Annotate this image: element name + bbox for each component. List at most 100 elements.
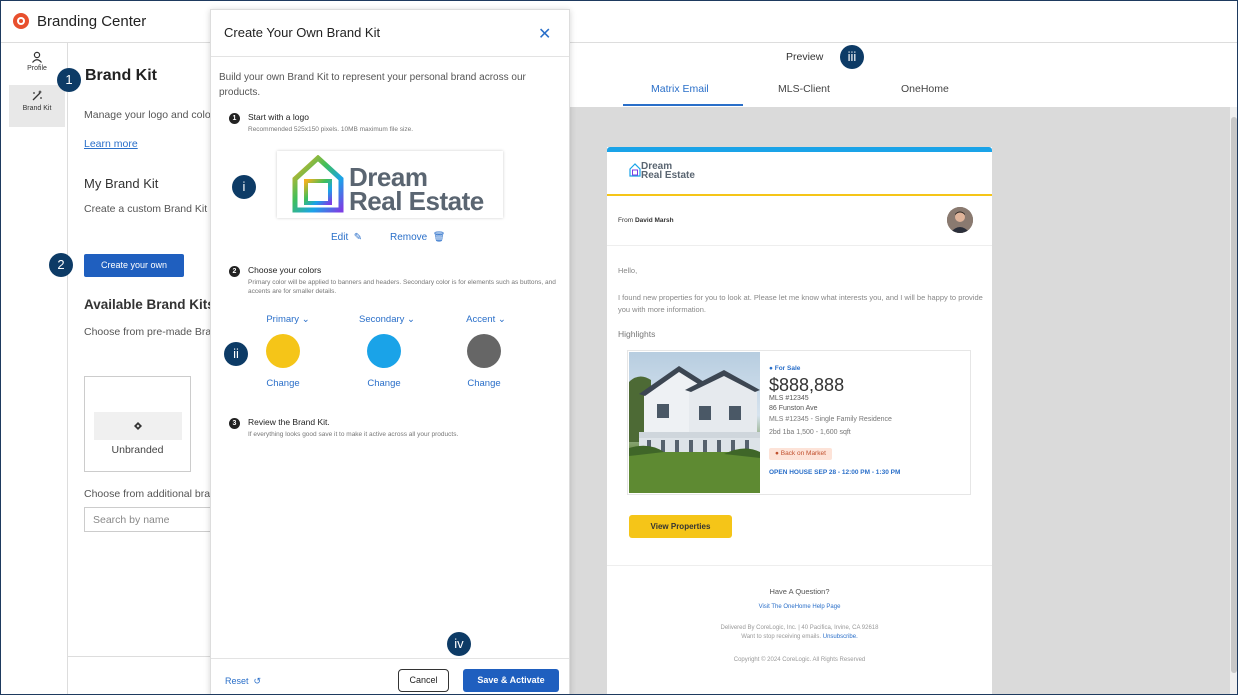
- available-brand-kits-description: Choose from pre-made Brand Kits or more …: [84, 326, 219, 338]
- my-brand-kit-heading: My Brand Kit: [84, 176, 159, 191]
- person-icon: [32, 51, 42, 63]
- secondary-change-link[interactable]: Change: [354, 378, 414, 389]
- unsubscribe-link[interactable]: Unsubscribe.: [823, 634, 858, 640]
- callout-iii: iii: [840, 45, 864, 69]
- active-tab-indicator: [623, 104, 743, 106]
- dream-real-estate-logo-icon: [629, 163, 641, 177]
- secondary-label: Secondary: [358, 314, 405, 325]
- step-1-description: Recommended 525x150 pixels. 10MB maximum…: [248, 126, 414, 133]
- nav-label-brand-kit: Brand Kit: [22, 105, 52, 112]
- logo-wordmark: Dream Real Estate: [349, 164, 484, 216]
- primary-color-dropdown[interactable]: Primary ⌄: [258, 314, 318, 325]
- primary-change-link[interactable]: Change: [253, 378, 313, 389]
- divider: [68, 656, 213, 657]
- unbranded-swatch: [94, 412, 182, 440]
- dream-real-estate-logo-icon: [292, 155, 344, 213]
- step-2-badge: 2: [229, 266, 240, 277]
- listing-card: ● For Sale $888,888 MLS #12345 86 Funsto…: [627, 350, 971, 495]
- chevron-down-icon: ⌄: [299, 314, 310, 325]
- learn-more-link[interactable]: Learn more: [84, 138, 138, 150]
- logo-line2: Real Estate: [349, 186, 484, 216]
- modal-intro: Build your own Brand Kit to represent yo…: [219, 72, 526, 98]
- listing-type: MLS #12345 - Single Family Residence: [769, 416, 892, 423]
- chevron-down-icon: ⌄: [495, 314, 506, 325]
- accent-color-dropdown[interactable]: Accent ⌄: [457, 314, 515, 325]
- avatar-portrait: [947, 207, 973, 233]
- preview-header: Preview Matrix Email MLS-Client OneHome: [570, 43, 1237, 107]
- diamond-icon: [134, 422, 142, 430]
- secondary-color-dropdown[interactable]: Secondary ⌄: [351, 314, 423, 325]
- secondary-swatch[interactable]: [367, 334, 401, 368]
- reset-button[interactable]: Reset ↺: [225, 676, 261, 687]
- page-title: Brand Kit: [85, 67, 157, 84]
- unsubscribe-prefix: Want to stop receiving emails.: [741, 634, 822, 640]
- email-primary-line: [607, 194, 992, 196]
- divider: [211, 56, 569, 57]
- email-from: From David Marsh: [618, 217, 674, 224]
- callout-2: 2: [49, 253, 73, 277]
- listing-price: $888,888: [769, 375, 845, 395]
- accent-label: Accent: [466, 314, 496, 325]
- step-2-title: Choose your colors: [248, 265, 322, 275]
- pencil-icon: ✎: [351, 232, 363, 243]
- save-activate-button[interactable]: Save & Activate: [463, 669, 559, 692]
- view-properties-button[interactable]: View Properties: [629, 515, 732, 538]
- remove-logo-button[interactable]: Remove 🗑: [390, 232, 446, 243]
- page-description: Manage your logo and colors for your rea…: [84, 109, 219, 121]
- accent-change-link[interactable]: Change: [454, 378, 514, 389]
- step-1-title: Start with a logo: [248, 112, 309, 122]
- scrollbar-thumb[interactable]: [1231, 117, 1237, 673]
- tab-mls-client[interactable]: MLS-Client: [778, 83, 830, 95]
- footer-question: Have A Question?: [769, 587, 830, 596]
- edit-logo-button[interactable]: Edit ✎: [331, 232, 362, 243]
- nav-label-profile: Profile: [27, 65, 47, 72]
- app-logo-icon: [13, 13, 29, 29]
- listing-specs: 2bd 1ba 1,500 - 1,600 sqft: [769, 429, 851, 436]
- primary-swatch[interactable]: [266, 334, 300, 368]
- house-photo: [629, 352, 760, 493]
- help-link-text[interactable]: Visit The OneHome Help Page: [759, 604, 841, 610]
- email-secondary-bar: [607, 147, 992, 152]
- email-greeting: Hello,: [618, 266, 638, 275]
- app-frame: Branding Center Profile Brand Kit Brand …: [0, 0, 1238, 695]
- trash-icon: 🗑: [430, 232, 446, 243]
- tab-onehome[interactable]: OneHome: [901, 83, 949, 95]
- unbranded-card[interactable]: Unbranded: [84, 376, 191, 472]
- modal-title: Create Your Own Brand Kit: [224, 25, 381, 40]
- listing-mls: MLS #12345: [769, 395, 809, 402]
- cancel-button[interactable]: Cancel: [398, 669, 449, 692]
- primary-label: Primary: [266, 314, 300, 325]
- unbranded-label: Unbranded: [111, 444, 164, 456]
- listing-status-text: For Sale: [774, 365, 801, 372]
- preview-title: Preview: [786, 51, 824, 63]
- tab-matrix-email[interactable]: Matrix Email: [651, 83, 709, 95]
- search-input[interactable]: Search by name: [84, 507, 214, 532]
- nav-item-brand-kit[interactable]: Brand Kit: [9, 85, 65, 127]
- listing-address: 86 Funston Ave: [769, 405, 818, 412]
- reset-label: Reset: [225, 676, 249, 686]
- available-brand-kits-heading: Available Brand Kits: [84, 297, 215, 312]
- step-3-badge: 3: [229, 418, 240, 429]
- status-badge-text: Back on Market: [780, 450, 826, 457]
- from-prefix: From: [618, 217, 634, 224]
- divider: [607, 245, 992, 246]
- highlights-heading: Highlights: [618, 329, 656, 339]
- modal-footer: Reset ↺ Cancel Save & Activate: [211, 658, 569, 694]
- reset-icon: ↺: [251, 676, 262, 686]
- step-1-badge: 1: [229, 113, 240, 124]
- create-your-own-button[interactable]: Create your own: [84, 254, 184, 277]
- logo-preview: Dream Real Estate: [277, 151, 503, 218]
- remove-label: Remove: [390, 232, 428, 243]
- footer-help-link[interactable]: Visit The OneHome Help Page: [607, 604, 992, 610]
- listing-status: ● For Sale: [769, 365, 801, 372]
- top-bar: Branding Center: [1, 1, 1237, 43]
- callout-ii: ii: [224, 342, 248, 366]
- callout-1: 1: [57, 68, 81, 92]
- callout-iv: iv: [447, 632, 471, 656]
- brand-kit-panel: Brand Kit Manage your logo and colors fo…: [68, 43, 219, 694]
- additional-brands-label: Choose from additional brands: [84, 488, 219, 500]
- chevron-down-icon: ⌄: [404, 314, 416, 325]
- accent-swatch[interactable]: [467, 334, 501, 368]
- email-body: I found new properties for you to look a…: [618, 293, 983, 314]
- close-icon[interactable]: ✕: [538, 24, 551, 44]
